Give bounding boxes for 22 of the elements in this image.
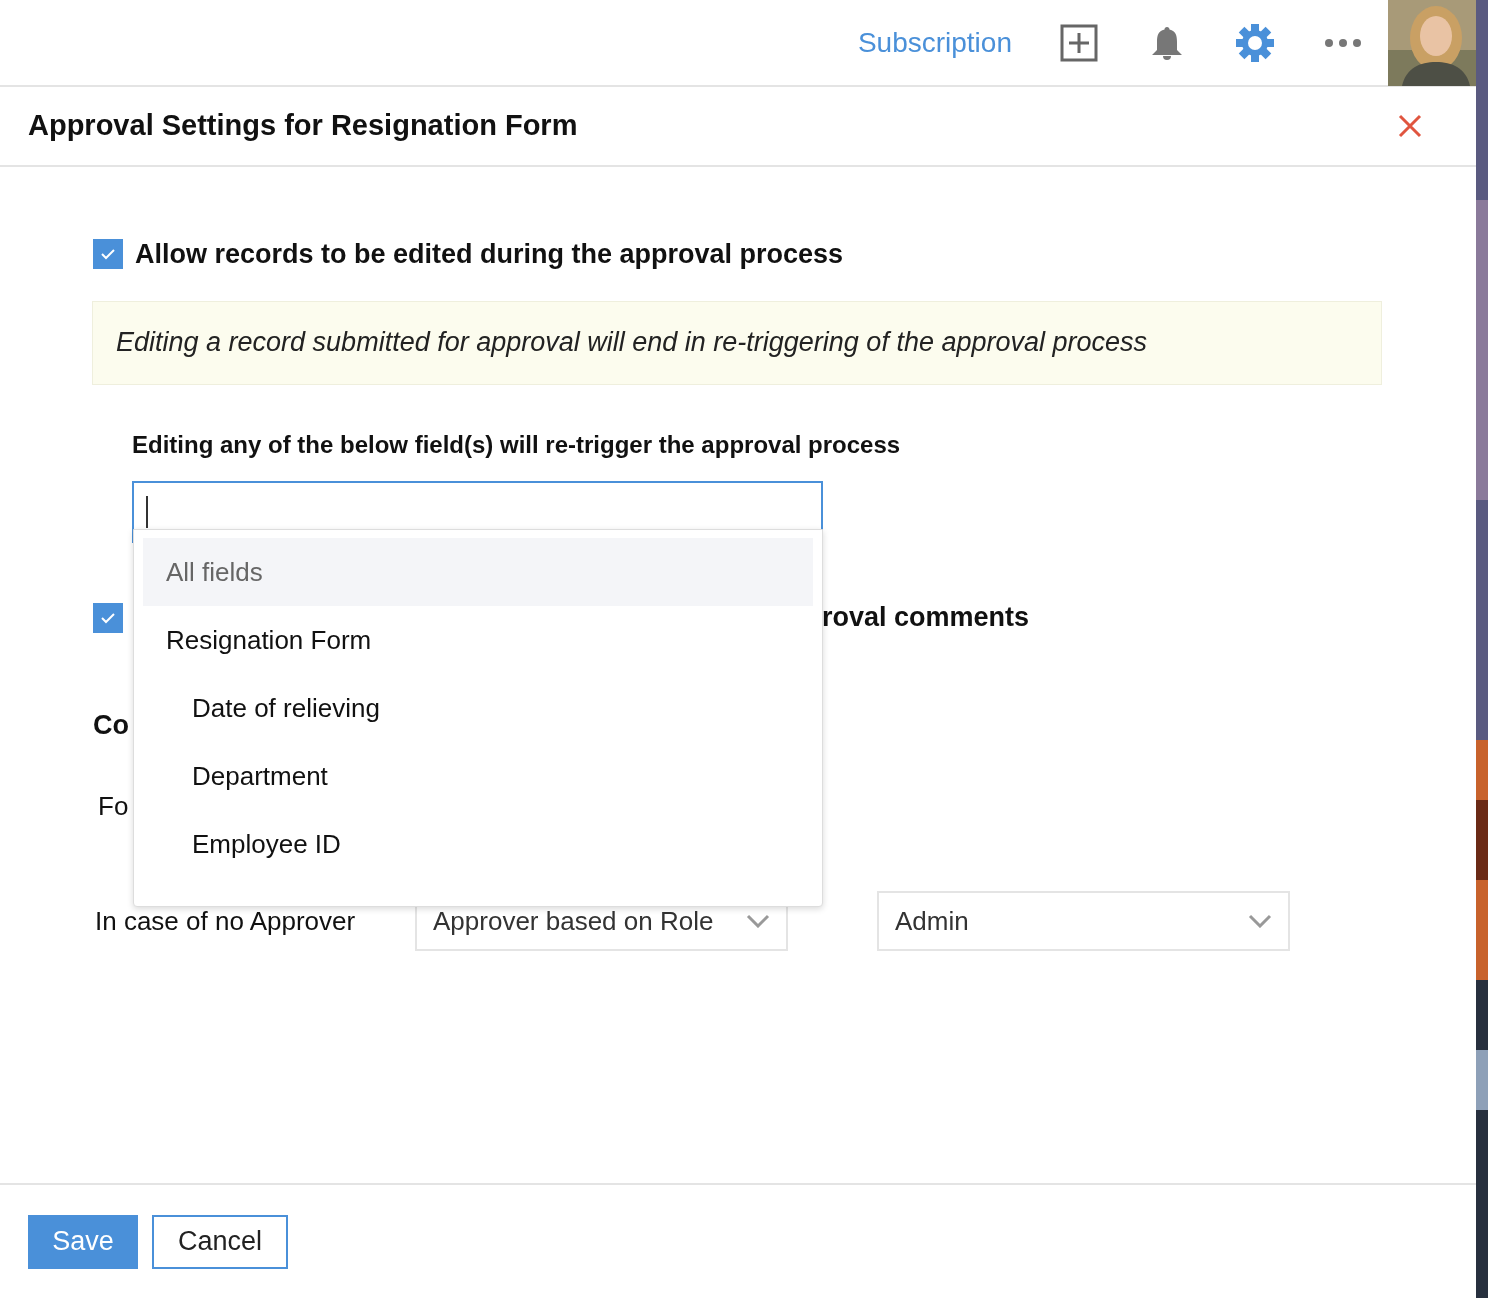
field-label: Editing any of the below field(s) will re-trigger the approval process <box>132 429 901 460</box>
checkbox-label: Allow records to be edited during the approval process <box>135 238 844 271</box>
approver-select[interactable]: Admin <box>877 891 1290 951</box>
check-icon <box>100 248 116 261</box>
check-icon <box>100 611 116 624</box>
checkbox[interactable] <box>93 602 123 633</box>
more-icon[interactable] <box>1324 37 1362 48</box>
no-approver-label: In case of no Approver <box>95 904 357 938</box>
close-icon[interactable] <box>1398 114 1422 138</box>
dropdown-option[interactable]: All fields <box>143 538 813 606</box>
section-heading: Co <box>93 708 129 742</box>
form-label: Fo <box>98 790 129 823</box>
info-note: Editing a record submitted for approval will end in re-triggering of the approval process <box>92 300 1382 385</box>
checkbox-label: roval comments <box>822 601 1030 635</box>
text-cursor <box>146 495 148 528</box>
checkbox[interactable] <box>93 239 123 270</box>
add-icon[interactable] <box>1060 23 1098 62</box>
cancel-button[interactable]: Cancel <box>152 1214 288 1269</box>
dialog-title: Approval Settings for Resignation Form <box>28 108 578 144</box>
chevron-down-icon <box>1248 914 1272 928</box>
settings-icon[interactable] <box>1236 23 1274 62</box>
chevron-down-icon <box>746 914 770 928</box>
